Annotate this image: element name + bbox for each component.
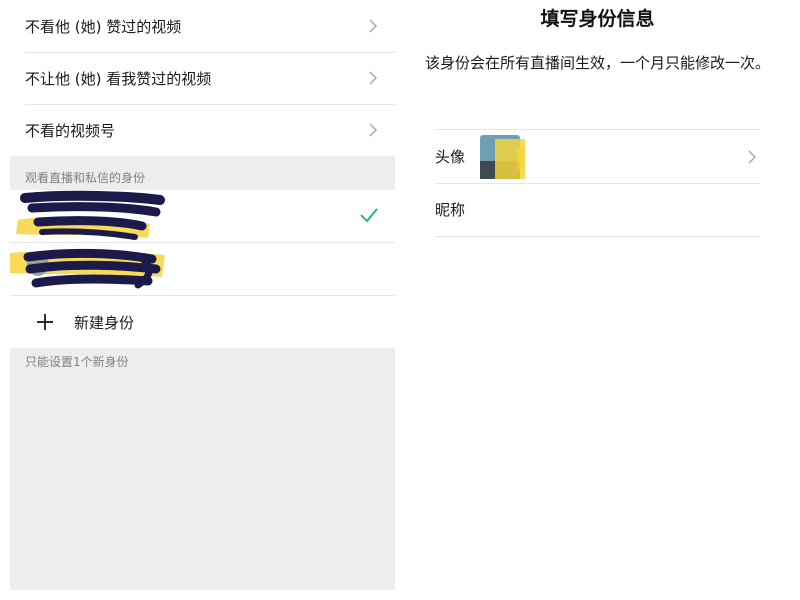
section-header: 观看直播和私信的身份: [25, 171, 146, 185]
new-identity-button[interactable]: 新建身份: [10, 295, 395, 348]
avatar: [480, 135, 525, 179]
setting-label: 不让他 (她) 看我赞过的视频: [25, 69, 212, 88]
avatar-label: 头像: [435, 148, 466, 166]
setting-label: 不看他 (她) 赞过的视频: [25, 17, 182, 36]
chevron-right-icon: [748, 149, 757, 164]
nickname-label: 昵称: [435, 201, 466, 219]
new-identity-label: 新建身份: [74, 313, 135, 332]
setting-label: 不看的视频号: [25, 121, 116, 140]
redaction-scribble: [10, 248, 165, 289]
privacy-settings-panel: 不看他 (她) 赞过的视频 不让他 (她) 看我赞过的视频 不看的视频号 观看直…: [10, 0, 395, 590]
identity-list: [10, 190, 395, 295]
setting-hide-my-liked-videos[interactable]: 不让他 (她) 看我赞过的视频: [10, 52, 395, 104]
settings-list: 不看他 (她) 赞过的视频 不让他 (她) 看我赞过的视频 不看的视频号: [10, 0, 395, 156]
chevron-right-icon: [369, 71, 378, 85]
avatar-row[interactable]: 头像: [435, 129, 760, 184]
chevron-right-icon: [369, 19, 378, 33]
redaction-scribble: [16, 190, 165, 240]
plus-icon: [37, 314, 53, 330]
form-description: 该身份会在所有直播间生效，一个月只能修改一次。: [425, 54, 771, 72]
identity-item[interactable]: [10, 190, 395, 242]
page-title: 填写身份信息: [540, 8, 655, 30]
checkmark-icon: [360, 208, 378, 223]
identity-form-panel: 填写身份信息 该身份会在所有直播间生效，一个月只能修改一次。 头像 昵称: [395, 0, 800, 600]
setting-blocked-channels[interactable]: 不看的视频号: [10, 104, 395, 156]
chevron-right-icon: [369, 123, 378, 137]
nickname-row[interactable]: 昵称: [435, 183, 760, 237]
setting-hide-their-liked-videos[interactable]: 不看他 (她) 赞过的视频: [10, 0, 395, 52]
identity-limit-note: 只能设置1个新身份: [25, 355, 129, 369]
identity-item[interactable]: [10, 242, 395, 295]
